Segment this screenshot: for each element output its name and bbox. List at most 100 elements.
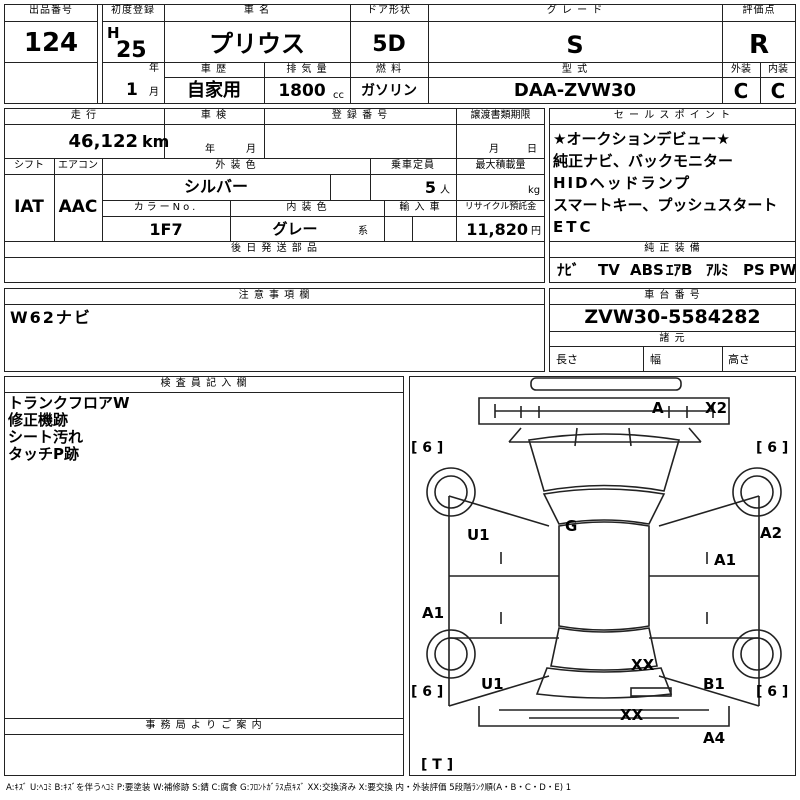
ac-label: エアコン — [58, 160, 98, 171]
capacity: 5 — [424, 178, 436, 197]
transfer-month-unit: 月 — [489, 144, 499, 155]
recycle-unit: 円 — [531, 226, 541, 237]
first-reg-label: 初度登録 — [111, 5, 155, 16]
history: 自家用 — [187, 80, 241, 101]
inspector-line: シート汚れ — [8, 428, 84, 446]
mark-x2: X2 — [705, 399, 728, 417]
mark-xx-mid: XX — [631, 656, 655, 674]
notes-label: 注 意 事 項 欄 — [238, 290, 311, 301]
sales-point-line-2: 純正ナビ、バックモニター — [553, 152, 734, 170]
equipment-item: PS — [743, 261, 765, 279]
displacement-label: 排 気 量 — [286, 64, 328, 75]
registration-label: 登 録 番 号 — [331, 110, 389, 121]
tire-depth-rear-left: [ 6 ] — [411, 684, 444, 700]
sales-point-line-5: ETC — [553, 218, 594, 236]
lot-number: 124 — [23, 28, 79, 58]
notes-text: W62ナビ — [10, 308, 92, 327]
capacity-label: 乗車定員 — [391, 160, 435, 171]
height-label: 高さ — [728, 353, 750, 366]
ext-color: シルバー — [183, 177, 248, 196]
mileage-unit: km — [142, 132, 170, 151]
mileage-label: 走 行 — [70, 110, 98, 121]
spec-label: 諸 元 — [659, 333, 686, 344]
import-label: 輸 入 車 — [399, 202, 441, 213]
equipment-item: ﾅﾋﾞ — [557, 261, 580, 279]
rear-bumper — [478, 706, 730, 727]
spare-tire: [ T ] — [421, 757, 454, 773]
model-label: 型 式 — [561, 64, 589, 75]
interior-grade: C — [770, 79, 786, 103]
exterior-grade: C — [733, 79, 749, 103]
inspection-year-unit: 年 — [205, 144, 215, 155]
score-label: 評価点 — [742, 5, 776, 16]
windshield — [542, 488, 666, 525]
displacement: 1800 — [278, 81, 326, 101]
history-label: 車 歴 — [200, 64, 228, 75]
equipment-item: ｴｱB — [666, 261, 693, 279]
load-label: 最大積載量 — [475, 160, 526, 171]
transfer-day-unit: 日 — [527, 144, 537, 155]
equipment-item: TV — [598, 261, 620, 279]
legend: A:ｷｽﾞ U:ﾍｺﾐ B:ｷｽﾞを伴うﾍｺﾐ P:要塗装 W:補修跡 S:錆 … — [6, 783, 572, 793]
mark-u1-left: U1 — [467, 526, 490, 544]
mark-a2: A2 — [760, 524, 783, 542]
inspection-label: 車 検 — [200, 110, 228, 121]
door-type: 5D — [372, 32, 406, 57]
grade-label: グ レ ー ド — [546, 5, 604, 16]
ac: AAC — [58, 197, 98, 217]
shift-label: シフト — [14, 160, 44, 171]
inspection-month-unit: 月 — [246, 144, 256, 155]
score: R — [748, 30, 770, 60]
model-code: DAA-ZVW30 — [513, 80, 637, 101]
grade: S — [566, 31, 584, 59]
recycle-label: リサイクル預託金 — [464, 202, 537, 212]
chassis-number: ZVW30-5584282 — [584, 306, 761, 328]
mark-xx-bottom: XX — [620, 706, 644, 724]
reg-year-unit: 年 — [149, 63, 159, 74]
recycle-fee: 11,820 — [466, 220, 528, 239]
exterior-label: 外装 — [731, 64, 751, 75]
door-label: ドア形状 — [367, 5, 411, 16]
mark-a4: A4 — [703, 729, 726, 747]
sales-point-line-4: スマートキー、プッシュスタート — [553, 196, 778, 214]
fuel-label: 燃 料 — [375, 64, 403, 75]
car-name-label: 車 名 — [243, 5, 271, 16]
mark-a1-left: A1 — [422, 604, 445, 622]
front-lights — [508, 427, 702, 447]
chassis-label: 車 台 番 号 — [644, 290, 701, 301]
width-label: 幅 — [650, 353, 661, 366]
tire-depth-rear-right: [ 6 ] — [756, 684, 789, 700]
shift: IAT — [14, 197, 44, 217]
mark-u1-bottom: U1 — [481, 675, 504, 693]
int-color: グレー — [272, 220, 318, 238]
reg-year: 25 — [116, 38, 147, 63]
equipment-item: PW — [769, 261, 797, 279]
fuel: ガソリン — [361, 83, 417, 99]
mark-a-top: A — [652, 399, 664, 417]
int-color-suffix: 系 — [358, 226, 368, 237]
car-outline-diagram — [426, 377, 782, 727]
int-color-label: 内 装 色 — [286, 202, 328, 213]
tire-depth-front-right: [ 6 ] — [756, 440, 789, 456]
sales-points-label: セ ー ル ス ポ イ ン ト — [613, 110, 732, 121]
displacement-unit: cc — [333, 90, 344, 101]
ext-color-label: 外 装 色 — [215, 160, 257, 171]
sales-point-line-1: ★オークションデビュー★ — [553, 130, 730, 148]
interior-label: 内装 — [768, 64, 788, 75]
mark-b1: B1 — [703, 675, 725, 693]
car-name: プリウス — [209, 30, 305, 58]
mileage: 46,122 — [68, 131, 138, 152]
sales-point-line-3: HIDヘッドランプ — [553, 174, 692, 192]
reg-month-unit: 月 — [149, 87, 159, 98]
inspector-label: 検 査 員 記 入 欄 — [160, 378, 248, 389]
color-no: 1F7 — [149, 220, 183, 239]
length-label: 長さ — [556, 353, 578, 366]
mark-a1-right: A1 — [714, 551, 737, 569]
lot-number-label: 出品番号 — [29, 5, 73, 16]
later-parts-label: 後 日 発 送 部 品 — [231, 243, 318, 254]
office-label: 事 務 局 よ り ご 案 内 — [145, 720, 263, 731]
load-unit: kg — [528, 185, 541, 196]
capacity-unit: 人 — [440, 185, 450, 196]
transfer-label: 譲渡書類期限 — [470, 110, 531, 121]
mark-g: G — [565, 517, 578, 535]
